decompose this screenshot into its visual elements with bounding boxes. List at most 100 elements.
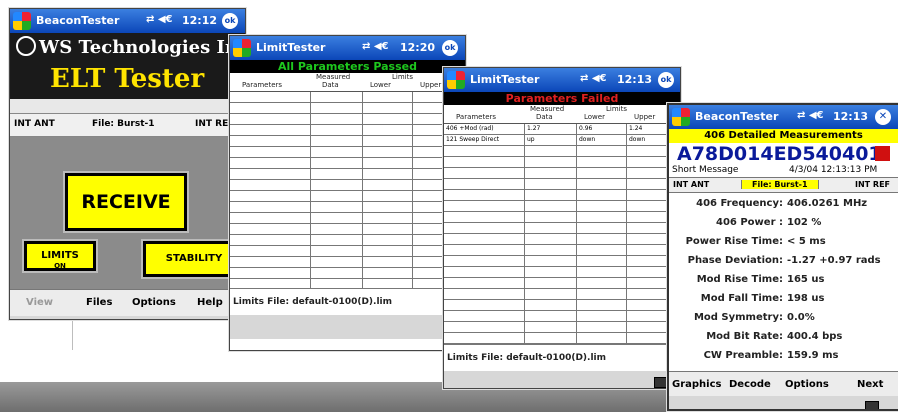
table-row[interactable] — [444, 278, 680, 289]
menu-view[interactable]: View — [26, 297, 53, 308]
table-row[interactable] — [444, 157, 680, 168]
table-row[interactable] — [444, 168, 680, 179]
keyboard-icon[interactable] — [654, 377, 668, 388]
file-selector[interactable]: File: Burst-1 — [741, 180, 819, 189]
beacon-tester-main-screen: BeaconTester ⇄ ◀€ 12:12 ok WS Technologi… — [9, 8, 246, 320]
table-row[interactable] — [230, 246, 465, 257]
table-row[interactable] — [230, 235, 465, 246]
table-row[interactable] — [230, 125, 465, 136]
table-row[interactable] — [444, 267, 680, 278]
table-row[interactable] — [230, 147, 465, 158]
cell-param: 406 +Mod (rad) — [446, 125, 494, 132]
table-row[interactable]: 406 +Mod (rad) 1.27 0.96 1.24 — [444, 124, 680, 135]
measurement-row: Mod Rise Time: 165 us — [669, 271, 898, 290]
table-row[interactable] — [230, 213, 465, 224]
keyboard-icon[interactable] — [865, 401, 879, 409]
ok-button[interactable]: ok — [442, 40, 458, 56]
connectivity-volume-icon[interactable]: ⇄ ◀€ — [362, 41, 389, 52]
beacon-id: A78D014ED540401 — [677, 143, 882, 165]
table-row[interactable] — [444, 212, 680, 223]
results-table[interactable]: 406 +Mod (rad) 1.27 0.96 1.24 121 Sweep Dire… — [444, 124, 680, 344]
connectivity-volume-icon[interactable]: ⇄ ◀€ — [146, 14, 173, 25]
connectivity-volume-icon[interactable]: ⇄ ◀€ — [797, 110, 824, 121]
limits-file-bar: Limits File: default-0100(D).lim — [444, 344, 680, 371]
start-menu-icon[interactable] — [233, 39, 251, 57]
table-row[interactable] — [230, 114, 465, 125]
table-row[interactable] — [444, 146, 680, 157]
table-row[interactable] — [230, 92, 465, 103]
app-title: LimitTester — [256, 41, 326, 54]
start-menu-icon[interactable] — [672, 108, 690, 126]
measurement-label: Power Rise Time: — [685, 236, 783, 247]
measurement-list: 406 Frequency: 406.0261 MHz 406 Power : 102… — [669, 193, 898, 371]
table-row[interactable]: 121 Sweep Direct up down down — [444, 135, 680, 146]
title-bar: BeaconTester ⇄ ◀€ 12:13 ✕ — [669, 105, 898, 129]
table-row[interactable] — [444, 223, 680, 234]
ok-button[interactable]: ok — [222, 13, 238, 29]
measurement-label: CW Preamble: — [703, 350, 783, 361]
table-row[interactable] — [230, 180, 465, 191]
table-row[interactable] — [230, 169, 465, 180]
table-row[interactable] — [230, 136, 465, 147]
menu-next[interactable]: Next — [857, 379, 883, 390]
menu-files[interactable]: Files — [86, 297, 112, 308]
table-row[interactable] — [444, 289, 680, 300]
table-row[interactable] — [444, 234, 680, 245]
table-row[interactable] — [230, 191, 465, 202]
control-panel: RECEIVE LIMITS ON STABILITY — [10, 137, 245, 289]
reference-mode[interactable]: INT REF — [855, 180, 890, 189]
table-row[interactable] — [230, 158, 465, 169]
receive-button[interactable]: RECEIVE — [65, 173, 187, 231]
status-banner: Parameters Failed — [444, 92, 680, 105]
measurement-value: 159.9 ms — [787, 350, 839, 361]
menu-decode[interactable]: Decode — [729, 379, 771, 390]
soft-keyboard-bar — [230, 315, 465, 339]
antenna-mode[interactable]: INT ANT — [14, 119, 55, 129]
file-selector[interactable]: File: Burst-1 — [92, 119, 155, 129]
limits-file-label[interactable]: Limits File: default-0100(D).lim — [233, 297, 392, 307]
table-row[interactable] — [230, 279, 465, 288]
measurement-row: Mod Bit Rate: 400.4 bps — [669, 328, 898, 347]
table-row[interactable] — [444, 201, 680, 212]
table-row[interactable] — [444, 245, 680, 256]
table-row[interactable] — [230, 224, 465, 235]
close-button[interactable]: ✕ — [875, 109, 891, 125]
results-table[interactable] — [230, 92, 465, 288]
beacon-id-row: A78D014ED540401 — [669, 143, 898, 165]
antenna-mode[interactable]: INT ANT — [673, 180, 709, 189]
measurement-label: 406 Frequency: — [696, 198, 783, 209]
menu-bar: View Files Options Help — [10, 289, 245, 316]
table-row[interactable] — [230, 257, 465, 268]
menu-options[interactable]: Options — [785, 379, 829, 390]
detailed-measurements-screen: BeaconTester ⇄ ◀€ 12:13 ✕ 406 Detailed M… — [667, 103, 898, 411]
measurement-label: Mod Rise Time: — [696, 274, 783, 285]
limits-button[interactable]: LIMITS ON — [24, 241, 96, 271]
menu-options[interactable]: Options — [132, 297, 176, 308]
table-row[interactable] — [444, 333, 680, 344]
cell-data: 1.27 — [527, 125, 541, 132]
start-menu-icon[interactable] — [447, 71, 465, 89]
table-row[interactable] — [230, 202, 465, 213]
measurement-value: 165 us — [787, 274, 825, 285]
measurement-row: 406 Frequency: 406.0261 MHz — [669, 195, 898, 214]
menu-graphics[interactable]: Graphics — [672, 379, 721, 390]
connectivity-volume-icon[interactable]: ⇄ ◀€ — [580, 73, 607, 84]
clock[interactable]: 12:13 — [833, 110, 868, 123]
limits-file-label[interactable]: Limits File: default-0100(D).lim — [447, 353, 606, 363]
clock[interactable]: 12:12 — [182, 14, 217, 27]
table-row[interactable] — [444, 322, 680, 333]
table-row[interactable] — [444, 311, 680, 322]
menu-help[interactable]: Help — [197, 297, 223, 308]
table-row[interactable] — [444, 190, 680, 201]
table-row[interactable] — [444, 179, 680, 190]
start-menu-icon[interactable] — [13, 12, 31, 30]
table-row[interactable] — [444, 256, 680, 267]
clock[interactable]: 12:20 — [400, 41, 435, 54]
table-row[interactable] — [444, 300, 680, 311]
col-divider — [576, 124, 577, 344]
table-row[interactable] — [230, 103, 465, 114]
menu-bar: Graphics Decode Options Next — [669, 371, 898, 396]
table-row[interactable] — [230, 268, 465, 279]
clock[interactable]: 12:13 — [617, 73, 652, 86]
ok-button[interactable]: ok — [658, 72, 674, 88]
